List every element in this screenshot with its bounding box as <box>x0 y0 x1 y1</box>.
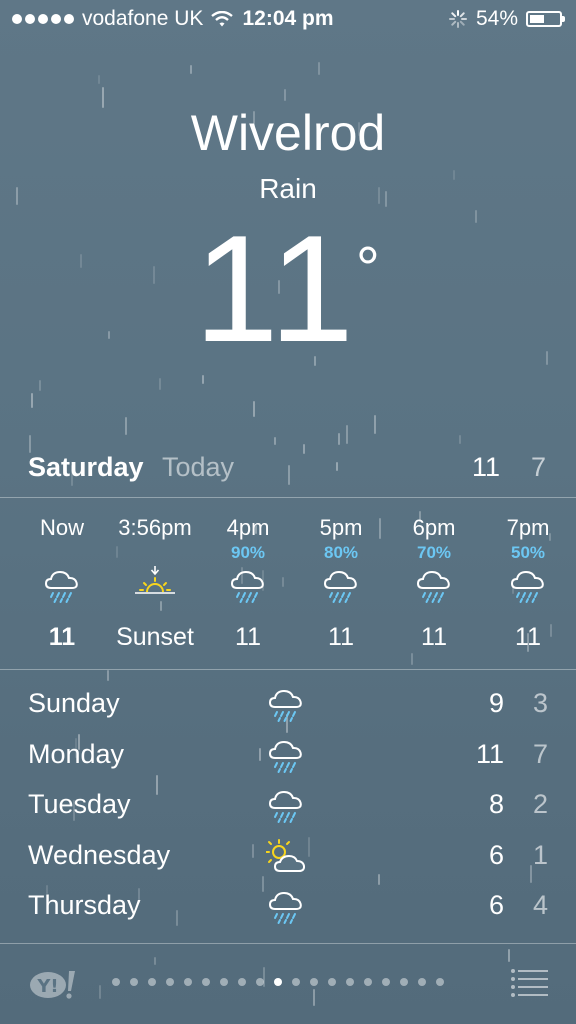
hourly-temp: 11 <box>515 623 541 651</box>
daily-day: Sunday <box>28 688 120 718</box>
hourly-icon <box>414 566 454 606</box>
page-dot[interactable] <box>418 978 426 986</box>
rain-cloud-icon <box>230 570 264 603</box>
daily-icon <box>266 786 306 826</box>
rain-cloud-icon <box>268 740 302 773</box>
daily-icon <box>266 887 306 927</box>
page-dot[interactable] <box>148 978 156 986</box>
yahoo-logo-icon[interactable]: Y! <box>28 967 78 1001</box>
current-temperature: 11° <box>0 202 576 377</box>
rain-cloud-icon <box>268 891 302 924</box>
daily-high: 6 <box>488 890 504 920</box>
hourly-icon <box>135 566 175 606</box>
hourly-precip: 50% <box>510 543 546 562</box>
daily-high: 9 <box>488 688 504 718</box>
status-bar: vodafone UK 12:04 pm 54% <box>0 0 576 38</box>
page-dot[interactable] <box>328 978 336 986</box>
daily-day: Monday <box>28 738 125 769</box>
page-dot[interactable] <box>256 978 264 986</box>
page-dot[interactable] <box>400 978 408 986</box>
page-indicator[interactable] <box>112 978 444 986</box>
hourly-icon <box>42 566 82 606</box>
hourly-time: 7pm <box>506 515 550 540</box>
daily-low: 4 <box>532 890 548 920</box>
daily-row: Sunday 9 3 <box>0 680 576 730</box>
hourly-icon <box>228 566 268 606</box>
page-dot[interactable] <box>166 978 174 986</box>
hourly-forecast[interactable]: Now 11 3:56pm Sunset 4pm 90% 11 5pm 80% 11 6pm 70% 1… <box>0 500 576 668</box>
degree-symbol: ° <box>355 235 382 302</box>
daily-row: Thursday 6 4 <box>0 882 576 932</box>
rain-cloud-icon <box>510 570 544 603</box>
page-dot[interactable] <box>274 978 282 986</box>
daily-row: Monday 11 7 <box>0 731 576 781</box>
rain-cloud-icon <box>323 570 357 603</box>
list-icon[interactable] <box>510 968 548 998</box>
daily-high: 6 <box>488 839 504 870</box>
activity-spinner-icon <box>448 10 467 28</box>
rain-cloud-icon <box>416 570 450 603</box>
page-dot[interactable] <box>310 978 318 986</box>
rain-cloud-icon <box>268 689 302 722</box>
daily-low: 1 <box>532 839 548 870</box>
page-dot[interactable] <box>346 978 354 986</box>
today-day: Saturday <box>28 452 144 482</box>
page-dot[interactable] <box>130 978 138 986</box>
yahoo-logo-text: Y! <box>36 976 58 997</box>
page-dot[interactable] <box>202 978 210 986</box>
bottom-toolbar: Y! <box>0 944 576 1024</box>
today-high: 11 <box>471 452 500 482</box>
divider-top <box>0 497 576 498</box>
daily-row: Wednesday 6 1 <box>0 832 576 882</box>
page-dot[interactable] <box>112 978 120 986</box>
sunset-icon <box>135 566 175 594</box>
daily-low: 3 <box>532 688 548 718</box>
battery-icon <box>526 11 565 27</box>
daily-icon <box>266 736 306 776</box>
daily-high: 11 <box>475 738 504 769</box>
temperature-value: 11 <box>194 204 356 374</box>
sun-cloud-icon <box>265 838 306 872</box>
daily-icon <box>266 685 306 725</box>
divider-middle <box>0 669 576 670</box>
page-dot[interactable] <box>364 978 372 986</box>
today-low: 7 <box>530 452 546 482</box>
daily-low: 2 <box>532 789 548 819</box>
rain-cloud-icon <box>268 790 302 823</box>
daily-day: Wednesday <box>28 839 171 870</box>
page-dot[interactable] <box>382 978 390 986</box>
page-dot[interactable] <box>184 978 192 986</box>
page-dot[interactable] <box>238 978 246 986</box>
daily-low: 7 <box>532 738 548 769</box>
hourly-icon <box>508 566 548 606</box>
today-summary: Saturday Today 11 7 <box>0 446 576 486</box>
daily-icon <box>265 837 306 877</box>
rain-cloud-icon <box>44 570 78 603</box>
current-condition: Rain <box>259 173 317 204</box>
battery-percent: 54% <box>475 7 518 30</box>
daily-day: Tuesday <box>28 789 131 819</box>
city-name: Wivelrod <box>190 105 386 161</box>
hourly-icon <box>321 566 361 606</box>
page-dot[interactable] <box>220 978 228 986</box>
page-dot[interactable] <box>436 978 444 986</box>
daily-high: 8 <box>488 789 504 819</box>
page-dot[interactable] <box>292 978 300 986</box>
daily-row: Tuesday 8 2 <box>0 781 576 831</box>
today-label: Today <box>162 452 235 482</box>
daily-day: Thursday <box>28 890 141 920</box>
